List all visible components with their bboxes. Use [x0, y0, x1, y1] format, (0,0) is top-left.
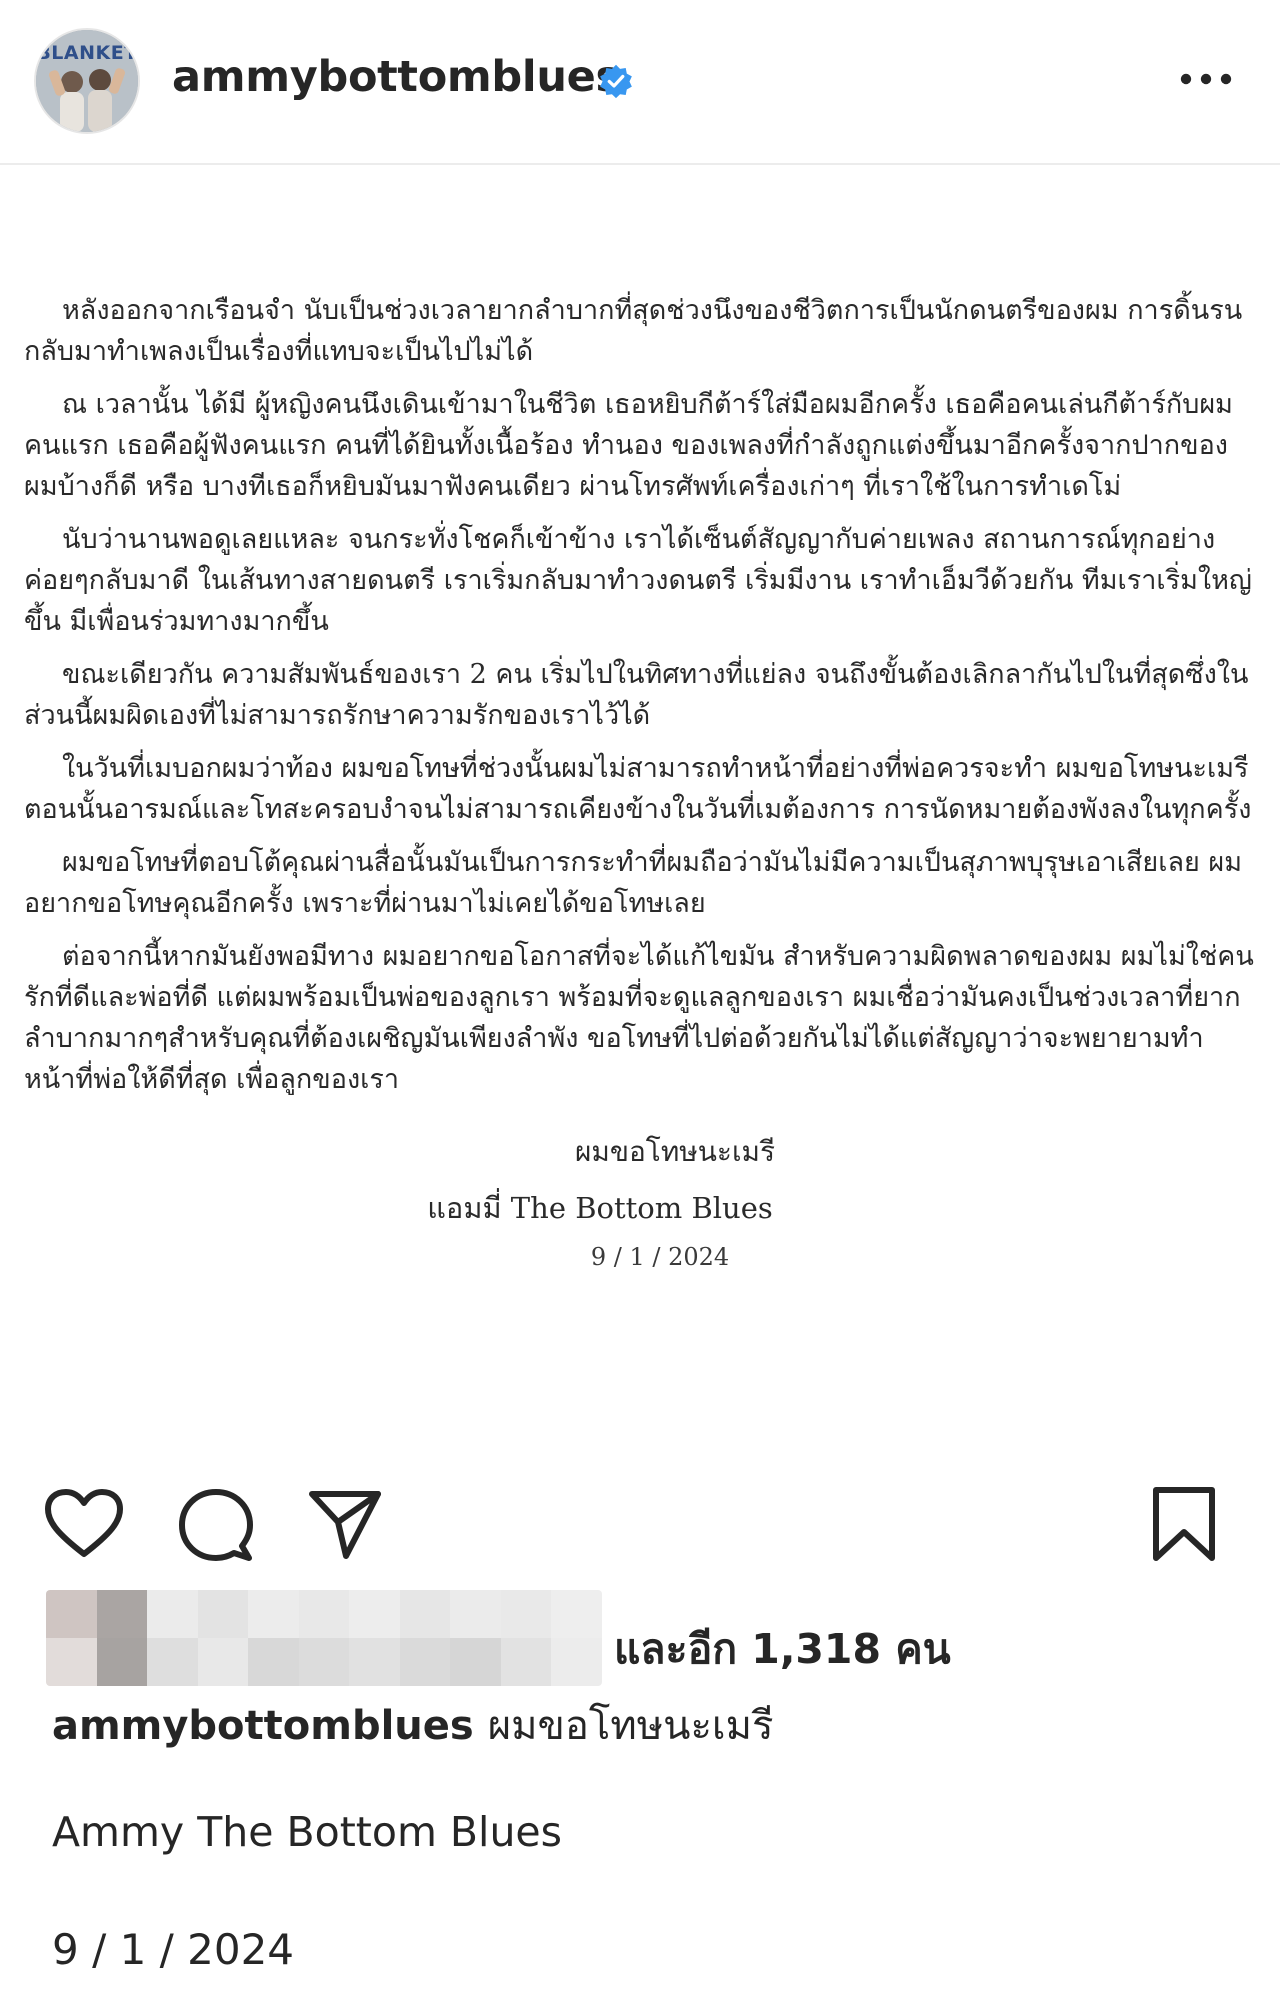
send-icon[interactable] — [308, 1488, 382, 1560]
letter-paragraph: ขณะเดียวกัน ความสัมพันธ์ของเรา 2 คน เริ่… — [24, 659, 1249, 731]
letter-date: 9 / 1 / 2024 — [590, 1243, 730, 1271]
avatar-logo-text: BLANKET — [36, 42, 138, 64]
caption-username[interactable]: ammybottomblues — [52, 1703, 474, 1749]
letter-paragraph: หลังออกจากเรือนจำ นับเป็นช่วงเวลายากลำบา… — [24, 295, 1243, 367]
likes-count[interactable]: และอีก 1,318 คน — [614, 1617, 951, 1682]
avatar[interactable]: BLANKET — [34, 28, 140, 134]
more-options-icon[interactable] — [1178, 70, 1234, 88]
post-header: BLANKET ammybottomblues — [0, 0, 1280, 165]
letter-signature: แอมมี่ The Bottom Blues — [427, 1191, 773, 1225]
letter-paragraph: นับว่านานพอดูเลยแหละ จนกระทั่งโชคก็เข้าข… — [24, 524, 1252, 637]
caption-text: ผมขอโทษนะเมรี — [487, 1703, 774, 1749]
letter-paragraph: ต่อจากนี้หากมันยังพอมีทาง ผมอยากขอโอกาสท… — [24, 941, 1254, 1095]
post-action-bar — [0, 1470, 1280, 1570]
letter-paragraph: ในวันที่เมบอกผมว่าท้อง ผมขอโทษที่ช่วงนั้… — [24, 753, 1252, 825]
bookmark-icon[interactable] — [1150, 1486, 1218, 1562]
letter-paragraph: ณ เวลานั้น ได้มี ผู้หญิงคนนึงเดินเข้ามาใ… — [24, 389, 1233, 502]
comment-icon[interactable] — [178, 1488, 254, 1564]
caption-date-line: 9 / 1 / 2024 — [52, 1925, 295, 1974]
likes-row: และอีก 1,318 คน — [0, 1590, 1280, 1690]
blurred-liker-avatars — [46, 1590, 602, 1686]
letter-signoff: ผมขอโทษนะเมรี — [574, 1135, 776, 1168]
caption-name-line: Ammy The Bottom Blues — [52, 1808, 563, 1856]
letter-body: หลังออกจากเรือนจำ นับเป็นช่วงเวลายากลำบา… — [24, 290, 1256, 1112]
post-image-letter[interactable]: หลังออกจากเรือนจำ นับเป็นช่วงเวลายากลำบา… — [0, 165, 1280, 1450]
verified-badge-icon — [600, 64, 632, 99]
caption: ammybottomblues ผมขอโทษนะเมรี — [52, 1693, 773, 1757]
heart-icon[interactable] — [44, 1488, 124, 1560]
letter-paragraph: ผมขอโทษที่ตอบโต้คุณผ่านสื่อนั้นมันเป็นกา… — [24, 847, 1243, 919]
post-username[interactable]: ammybottomblues — [172, 52, 621, 102]
